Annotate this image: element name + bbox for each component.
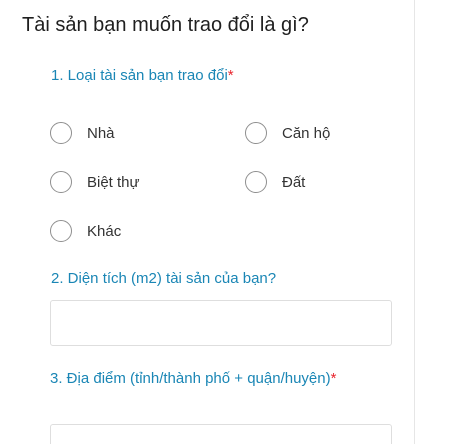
radio-option-label: Đất bbox=[282, 173, 306, 191]
form-card: Tài sản bạn muốn trao đổi là gì? 1. Loại… bbox=[0, 0, 415, 444]
radio-option-khac[interactable]: Khác bbox=[50, 220, 121, 242]
required-asterisk: * bbox=[227, 67, 234, 84]
question-3-text: 3. Địa điểm (tỉnh/thành phố + quận/huyện… bbox=[50, 370, 331, 387]
form-title: Tài sản bạn muốn trao đổi là gì? bbox=[22, 14, 309, 36]
radio-option-label: Khác bbox=[87, 222, 122, 240]
location-input[interactable] bbox=[50, 424, 392, 444]
area-input[interactable] bbox=[50, 300, 392, 346]
radio-option-can-ho[interactable]: Căn hộ bbox=[245, 122, 330, 144]
radio-option-label: Căn hộ bbox=[282, 124, 331, 142]
required-asterisk: * bbox=[330, 370, 337, 387]
radio-option-label: Nhà bbox=[87, 124, 115, 142]
radio-option-label: Biệt thự bbox=[87, 173, 140, 191]
radio-button[interactable] bbox=[245, 122, 267, 144]
radio-button[interactable] bbox=[50, 220, 72, 242]
radio-option-biet-thu[interactable]: Biệt thự bbox=[50, 171, 140, 193]
question-1-text: 1. Loại tài sản bạn trao đổi bbox=[51, 67, 228, 84]
radio-option-nha[interactable]: Nhà bbox=[50, 122, 115, 144]
page-background bbox=[416, 0, 458, 444]
radio-button[interactable] bbox=[50, 171, 72, 193]
question-3-label: 3. Địa điểm (tỉnh/thành phố + quận/huyện… bbox=[50, 367, 380, 391]
radio-option-dat[interactable]: Đất bbox=[245, 171, 305, 193]
radio-button[interactable] bbox=[50, 122, 72, 144]
question-2-label: 2. Diện tích (m2) tài sản của bạn? bbox=[51, 270, 277, 287]
radio-button[interactable] bbox=[245, 171, 267, 193]
question-1-label: 1. Loại tài sản bạn trao đổi* bbox=[51, 64, 234, 88]
